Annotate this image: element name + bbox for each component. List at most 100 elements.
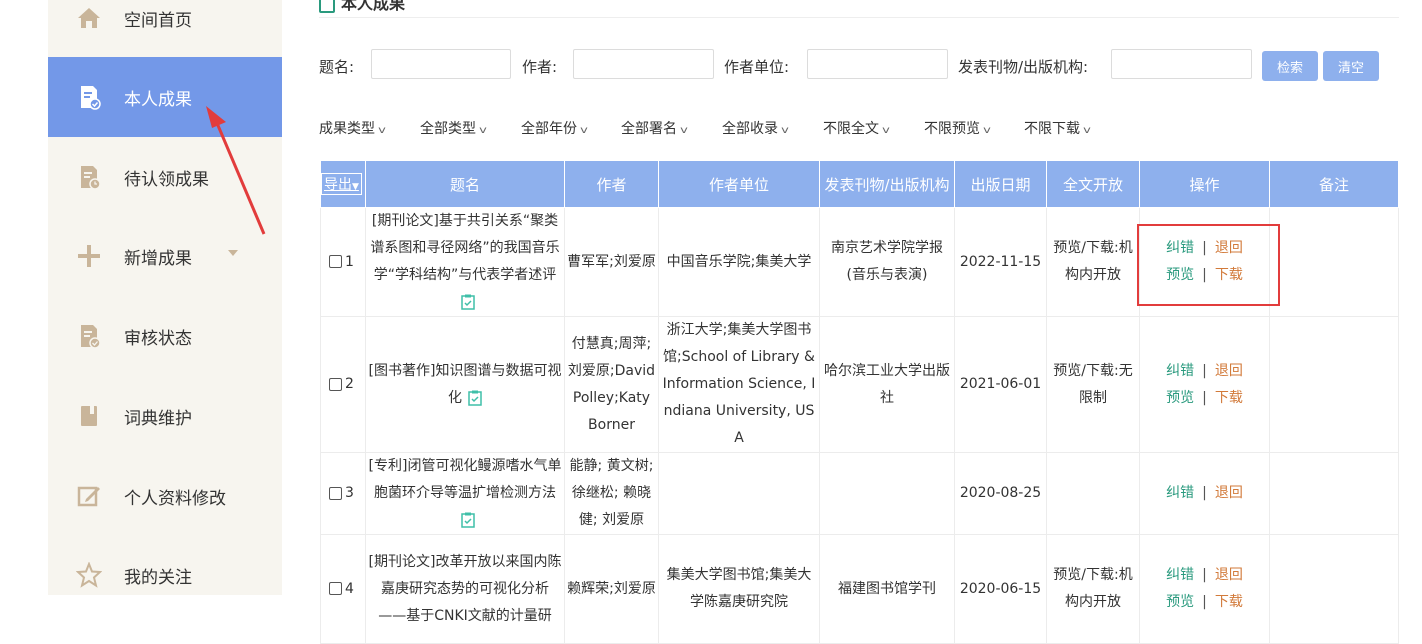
row-index: 2 [345,376,354,392]
filter-all-years[interactable]: 全部年份 v [521,118,588,138]
chevron-down-icon: v [781,125,789,136]
clipboard-check-icon[interactable] [468,390,482,406]
author-label: 作者: [522,58,558,76]
star-icon [76,562,102,588]
filter-all-indexed[interactable]: 全部收录 v [722,118,789,138]
note-cell [1269,452,1399,535]
sidebar-item-label: 本人成果 [124,89,192,110]
title-label: 题名: [319,58,355,76]
title-link[interactable]: [期刊论文]改革开放以来国内陈嘉庚研究态势的可视化分析——基于CNKI文献的计量… [369,554,562,624]
row-checkbox[interactable] [329,377,342,391]
download-link[interactable]: 下载 [1215,390,1243,406]
download-link[interactable]: 下载 [1215,594,1243,610]
chevron-down-icon: v [479,125,487,136]
chevron-down-icon[interactable] [228,250,238,256]
title-link[interactable]: [专利]闭管可视化鳗源嗜水气单胞菌环介导等温扩增检测方法 [369,458,562,501]
chevron-down-icon: v [580,125,588,136]
sidebar-item-profile-edit[interactable]: 个人资料修改 [48,456,282,536]
chevron-down-icon: v [1083,125,1091,136]
note-cell [1269,534,1399,644]
chevron-down-icon: ▼ [352,182,359,192]
separator: | [1202,362,1207,379]
authors-cell: 曹军军;刘爱原 [564,207,659,317]
divider [319,17,1399,18]
operations-cell: 纠错 | 退回 预览 | 下载 [1139,316,1270,453]
title-cell: [期刊论文]改革开放以来国内陈嘉庚研究态势的可视化分析——基于CNKI文献的计量… [365,534,565,644]
affiliation-label: 作者单位: [724,58,790,76]
affiliation-cell [658,452,820,535]
correct-link[interactable]: 纠错 [1166,363,1194,379]
table-row: 3 [专利]闭管可视化鳗源嗜水气单胞菌环介导等温扩增检测方法 能静; 黄文树; … [320,452,1399,535]
document-clock-icon [76,164,102,190]
title-icon [319,0,335,13]
sidebar-item-home[interactable]: 空间首页 [48,0,282,58]
column-header: 全文开放 [1046,160,1140,208]
main-content: 本人成果 题名: 作者: 作者单位: 发表刊物/出版机构: 检索 清空 成果类型… [283,0,1422,644]
table-row: 2 [图书著作]知识图谱与数据可视化 付慧真;周萍;刘爱原;David Poll… [320,316,1399,453]
sidebar-item-label: 词典维护 [124,408,192,429]
note-cell [1269,316,1399,453]
title-input[interactable] [371,49,511,79]
chevron-down-icon: v [378,125,386,136]
chevron-down-icon: v [680,125,688,136]
open-access-cell: 预览/下载:机构内开放 [1046,534,1140,644]
open-access-cell [1046,452,1140,535]
filter-achievement-type[interactable]: 成果类型 v [319,118,386,138]
sidebar-item-review-status[interactable]: 审核状态 [48,296,282,376]
sidebar-item-my-follows[interactable]: 我的关注 [48,535,282,615]
row-checkbox[interactable] [329,582,342,595]
publication-label: 发表刊物/出版机构: [958,58,1089,76]
edit-icon [76,483,102,509]
return-link[interactable]: 退回 [1215,567,1243,583]
chevron-down-icon: v [983,125,991,136]
sidebar-item-dictionary[interactable]: 词典维护 [48,376,282,456]
row-select: 1 [320,207,366,317]
clear-button[interactable]: 清空 [1323,51,1379,81]
preview-link[interactable]: 预览 [1166,594,1194,610]
export-header[interactable]: 导出▼ [320,160,366,208]
clipboard-check-icon[interactable] [461,294,475,310]
filter-all-types[interactable]: 全部类型 v [420,118,487,138]
search-button[interactable]: 检索 [1262,51,1318,81]
filter-all-signatures[interactable]: 全部署名 v [621,118,688,138]
author-input[interactable] [573,49,714,79]
note-cell [1269,207,1399,317]
row-checkbox[interactable] [329,486,342,500]
row-select: 3 [320,452,366,535]
column-header: 作者单位 [658,160,820,208]
column-header: 作者 [564,160,659,208]
row-select: 2 [320,316,366,453]
date-cell: 2021-06-01 [954,316,1047,453]
return-link[interactable]: 退回 [1215,485,1243,501]
title-cell: [专利]闭管可视化鳗源嗜水气单胞菌环介导等温扩增检测方法 [365,452,565,535]
title-link[interactable]: [期刊论文]基于共引关系“聚类谱系图和寻径网络”的我国音乐学“学科结构”与代表学… [370,213,559,283]
export-select[interactable]: 导出 [324,177,352,193]
return-link[interactable]: 退回 [1215,363,1243,379]
annotation-arrow [206,106,266,235]
title-link[interactable]: [图书著作]知识图谱与数据可视化 [369,363,562,406]
document-check-icon [76,84,102,110]
publication-cell: 福建图书馆学刊 [819,534,955,644]
page-title: 本人成果 [319,0,405,14]
title-cell: [期刊论文]基于共引关系“聚类谱系图和寻径网络”的我国音乐学“学科结构”与代表学… [365,207,565,317]
publication-input[interactable] [1111,49,1252,79]
correct-link[interactable]: 纠错 [1166,485,1194,501]
row-checkbox[interactable] [329,255,342,268]
affiliation-input[interactable] [807,49,948,79]
table-row: 4 [期刊论文]改革开放以来国内陈嘉庚研究态势的可视化分析——基于CNKI文献的… [320,534,1399,644]
filter-download[interactable]: 不限下载 v [1024,118,1091,138]
authors-cell: 能静; 黄文树; 徐继松; 赖晓健; 刘爱原 [564,452,659,535]
publication-cell: 南京艺术学院学报(音乐与表演) [819,207,955,317]
separator: | [1202,594,1207,610]
plus-icon [76,243,102,269]
correct-link[interactable]: 纠错 [1166,567,1194,583]
sidebar-item-label: 待认领成果 [124,169,209,190]
filter-preview[interactable]: 不限预览 v [924,118,991,138]
preview-link[interactable]: 预览 [1166,390,1194,406]
sidebar-item-label: 我的关注 [124,567,192,588]
title-cell: [图书著作]知识图谱与数据可视化 [365,316,565,453]
filter-fulltext[interactable]: 不限全文 v [823,118,890,138]
clipboard-check-icon[interactable] [461,512,475,528]
column-header: 出版日期 [954,160,1047,208]
sidebar-item-label: 审核状态 [124,328,192,349]
